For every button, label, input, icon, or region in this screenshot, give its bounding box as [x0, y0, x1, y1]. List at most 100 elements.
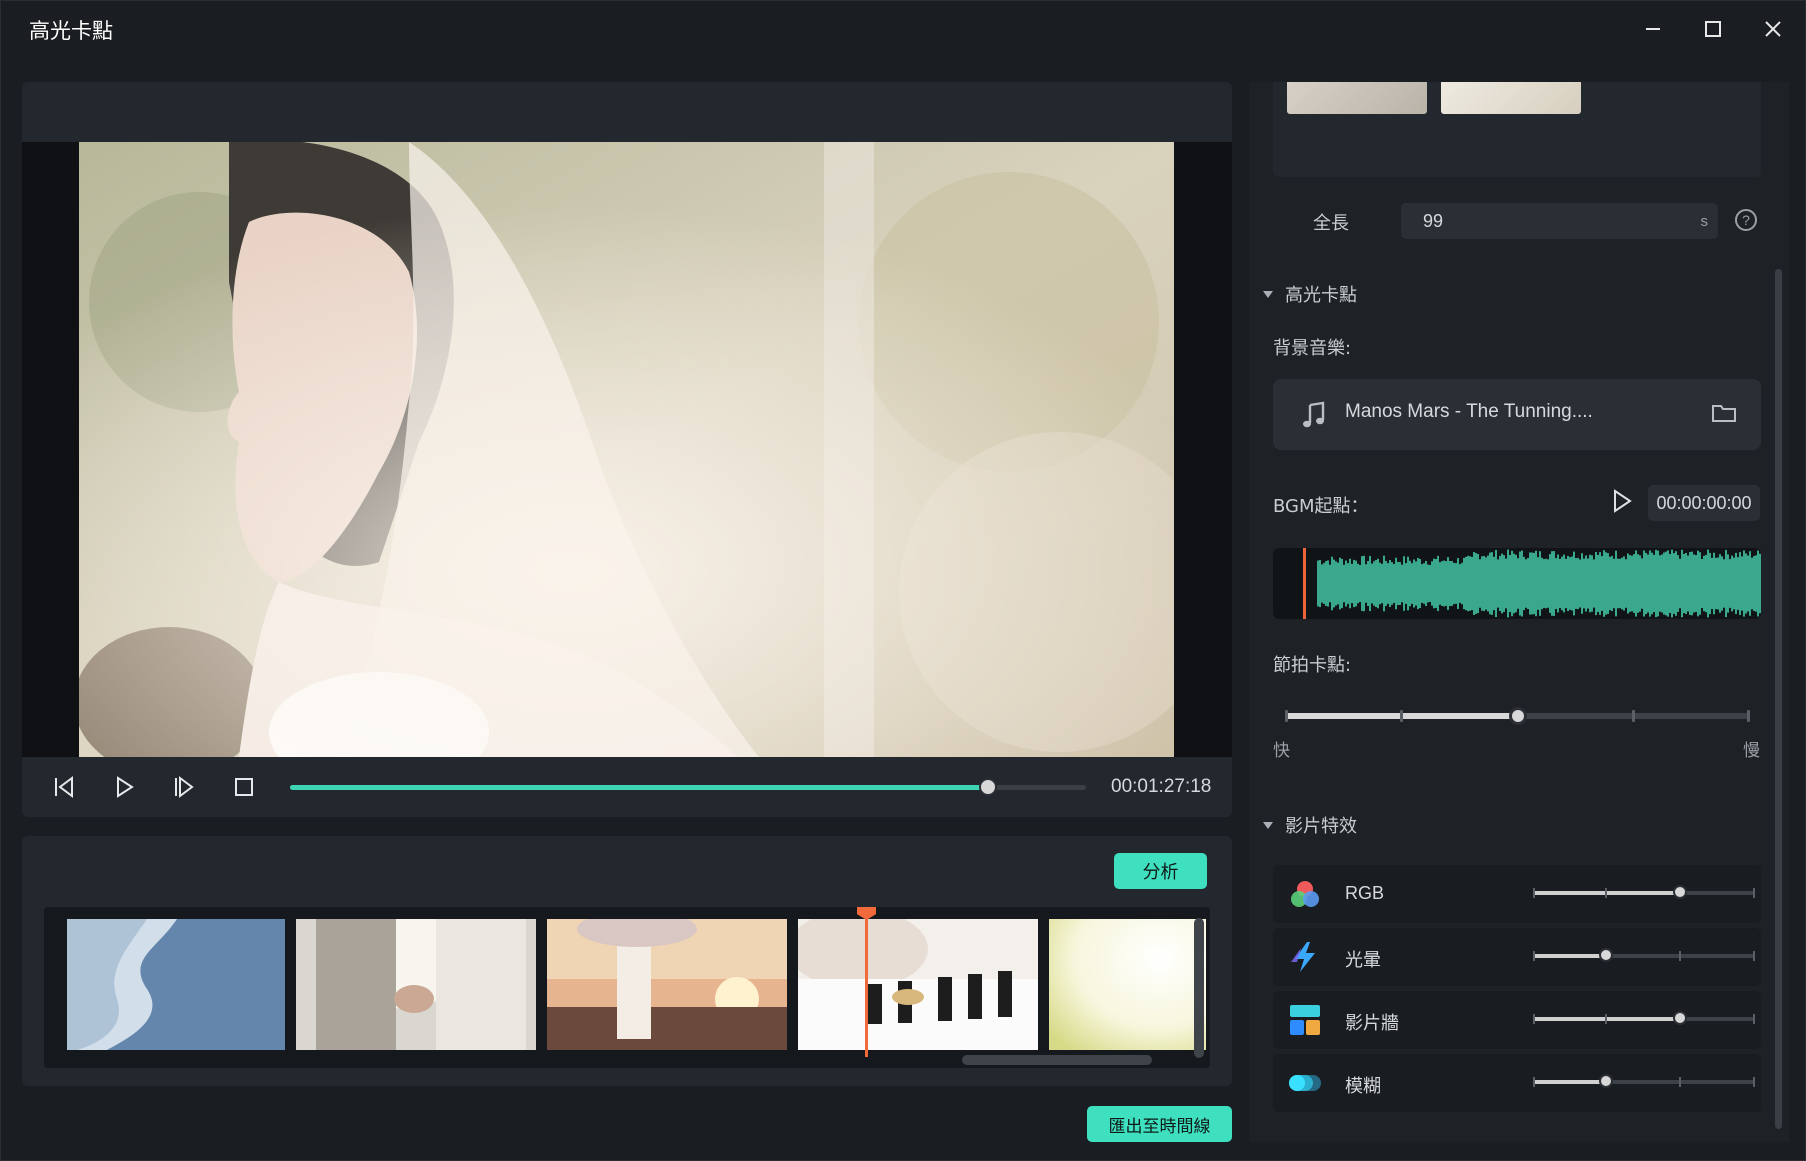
next-frame-button[interactable] [166, 770, 202, 804]
waveform-bar [1397, 561, 1399, 606]
waveform-bar [1649, 550, 1651, 617]
waveform-bar [1573, 551, 1575, 616]
effect-tick [1753, 1014, 1755, 1024]
waveform-bar [1713, 552, 1715, 615]
bgm-start-label: BGM起點： [1273, 496, 1369, 517]
waveform-bar [1445, 561, 1447, 606]
minimize-button[interactable] [1631, 9, 1675, 49]
waveform-bar [1427, 564, 1429, 603]
settings-scrollbar[interactable] [1775, 269, 1782, 1129]
waveform-bar [1641, 558, 1643, 609]
template-thumb-2[interactable] [1441, 82, 1581, 114]
waveform-bar [1697, 550, 1699, 617]
effect-slider-knob[interactable] [1599, 948, 1614, 962]
waveform-bar [1613, 558, 1615, 609]
bgm-play-icon[interactable] [1610, 488, 1634, 514]
waveform-bar [1541, 557, 1543, 610]
effects-section-toggle[interactable]: 影片特效 [1263, 812, 1357, 838]
waveform-bar [1707, 549, 1709, 618]
effect-slider[interactable] [1533, 885, 1755, 899]
waveform-bar [1533, 552, 1535, 615]
waveform-bar [1321, 564, 1323, 603]
waveform-bar [1435, 559, 1437, 608]
help-icon[interactable]: ? [1735, 209, 1757, 231]
waveform-bar [1519, 551, 1521, 616]
playback-progress-bar[interactable] [290, 778, 1086, 796]
beat-fast-label: 快 [1273, 741, 1290, 761]
waveform-bar [1715, 557, 1717, 610]
effect-slider-knob[interactable] [1672, 885, 1687, 899]
effect-slider[interactable] [1533, 948, 1755, 962]
waveform-bar [1661, 554, 1663, 613]
analyze-button[interactable]: 分析 [1114, 853, 1207, 889]
length-input[interactable]: 99 s [1401, 203, 1718, 239]
music-selector[interactable]: Manos Mars - The Tunning.... [1273, 379, 1761, 450]
close-icon [1765, 21, 1781, 37]
waveform-bar [1451, 561, 1453, 606]
bgm-start-marker[interactable] [1303, 548, 1306, 619]
stop-button[interactable] [226, 770, 262, 804]
waveform-bar [1729, 559, 1731, 608]
waveform-bar [1739, 552, 1741, 615]
waveform-bar [1455, 563, 1457, 604]
waveform-bar [1335, 561, 1337, 606]
waveform-bar [1555, 558, 1557, 609]
template-thumb-1[interactable] [1287, 82, 1427, 114]
clip-ocean-waves[interactable] [67, 919, 285, 1050]
waveform-bar [1399, 561, 1401, 606]
clip-holding-hands[interactable] [296, 919, 536, 1050]
clip-playhead[interactable] [865, 907, 868, 1057]
waveform-bar [1371, 563, 1373, 604]
clip-strip-vertical-scrollbar[interactable] [1194, 918, 1204, 1058]
waveform-bar [1741, 556, 1743, 611]
effect-slider-knob[interactable] [1672, 1011, 1687, 1025]
caret-down-icon [1263, 290, 1273, 298]
waveform-bar [1669, 554, 1671, 613]
bgm-start-time[interactable]: 00:00:00:00 [1648, 485, 1760, 521]
waveform-bar [1439, 562, 1441, 605]
bgm-waveform[interactable] [1273, 548, 1761, 619]
waveform-bar [1343, 564, 1345, 603]
effect-slider[interactable] [1533, 1074, 1755, 1088]
waveform-bar [1553, 551, 1555, 616]
clip-sunset-arch[interactable] [547, 919, 787, 1050]
waveform-bar [1341, 558, 1343, 609]
waveform-bar [1447, 557, 1449, 610]
progress-knob[interactable] [979, 778, 998, 796]
waveform-bar [1559, 558, 1561, 609]
effect-slider-fill [1533, 1080, 1607, 1084]
effect-rgb[interactable]: RGB [1273, 865, 1761, 923]
clip-bright-light[interactable] [1049, 919, 1206, 1050]
waveform-bar [1507, 549, 1509, 618]
waveform-bar [1727, 554, 1729, 613]
waveform-bar [1563, 554, 1565, 613]
beat-slider[interactable] [1285, 707, 1750, 725]
beat-slider-knob[interactable] [1508, 707, 1527, 725]
previous-frame-button[interactable] [46, 770, 82, 804]
effect-blur[interactable]: 模糊 [1273, 1054, 1761, 1112]
effect-label: 影片牆 [1345, 1013, 1399, 1033]
close-button[interactable] [1751, 9, 1795, 49]
waveform-bar [1459, 564, 1461, 603]
effect-video-wall[interactable]: 影片牆 [1273, 991, 1761, 1049]
caret-down-icon [1263, 821, 1273, 829]
waveform-bar [1629, 555, 1631, 612]
clip-strip-horizontal-scrollbar[interactable] [962, 1055, 1152, 1065]
waveform-bar [1635, 550, 1637, 617]
effect-slider[interactable] [1533, 1011, 1755, 1025]
highlight-section-toggle[interactable]: 高光卡點 [1263, 281, 1357, 307]
effect-slider-knob[interactable] [1599, 1074, 1614, 1088]
waveform-bar [1333, 559, 1335, 608]
waveform-bar [1319, 559, 1321, 608]
waveform-bar [1373, 561, 1375, 606]
play-button[interactable] [106, 770, 142, 804]
export-to-timeline-button[interactable]: 匯出至時間線 [1087, 1106, 1232, 1142]
clip-piano-rings[interactable] [798, 919, 1038, 1050]
effect-glow[interactable]: 光暈 [1273, 928, 1761, 986]
waveform-bar [1663, 552, 1665, 615]
waveform-bar [1389, 560, 1391, 607]
folder-icon[interactable] [1711, 401, 1737, 425]
maximize-button[interactable] [1691, 9, 1735, 49]
waveform-bar [1407, 556, 1409, 611]
waveform-bar [1637, 554, 1639, 613]
